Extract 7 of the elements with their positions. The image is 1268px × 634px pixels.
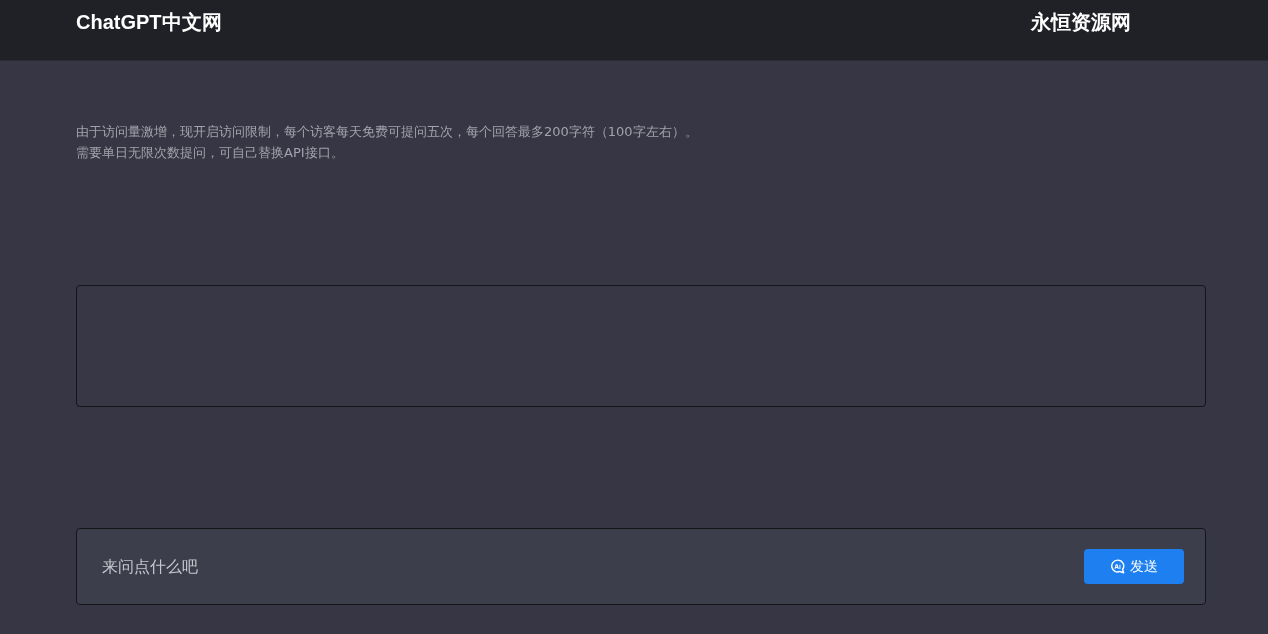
notice-text: 需要单日无限次数提问，可自己替换API接口。 (76, 144, 345, 162)
notice-text: 由于访问量激增，现开启访问限制，每个访客每天免费可提问五次，每个回答最多200字符（100字左右）。 (76, 123, 699, 141)
send-button[interactable]: 发送 (1084, 549, 1184, 584)
question-field[interactable]: 来问点什么吧 发送 (76, 528, 1206, 605)
site-title: ChatGPT中文网 (76, 10, 222, 34)
chat-bubble-icon (1110, 559, 1125, 574)
header-link[interactable]: 永恒资源网 (1031, 10, 1131, 34)
